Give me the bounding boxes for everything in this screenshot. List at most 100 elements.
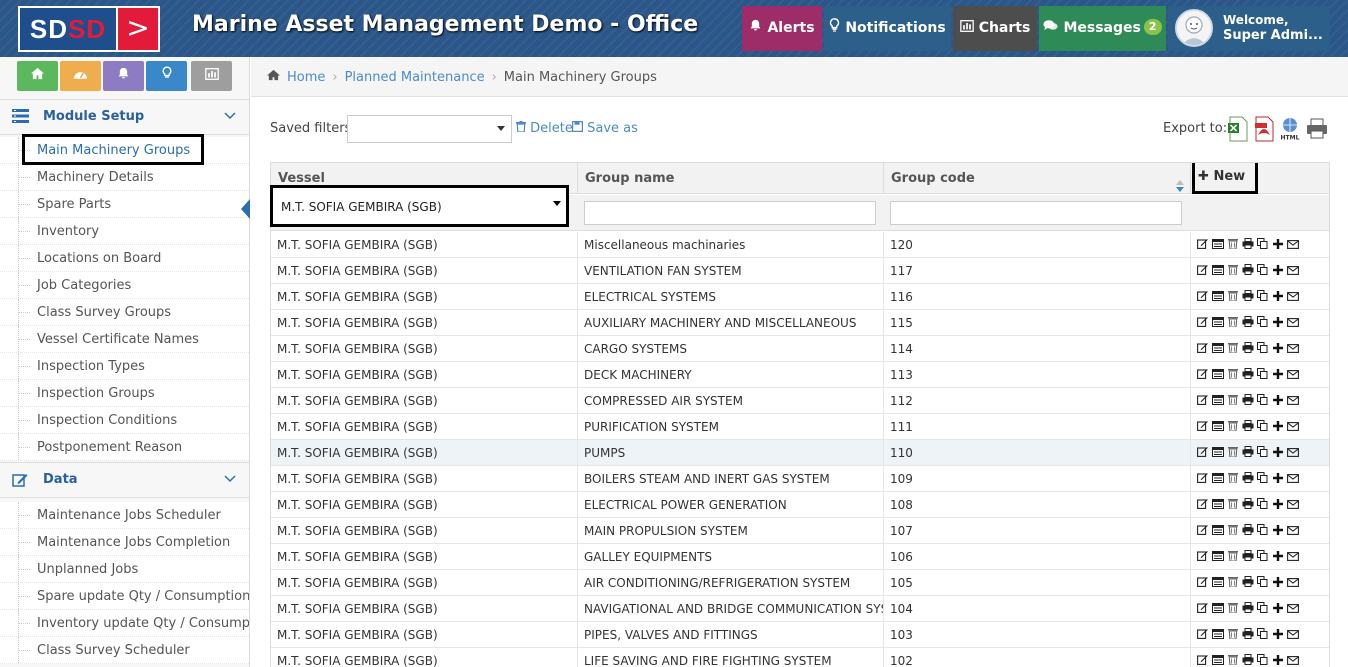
details-icon[interactable]: [1210, 493, 1225, 519]
sidebar-item[interactable]: Inspection Groups: [0, 380, 249, 407]
edit-icon[interactable]: [1195, 467, 1210, 493]
delete-icon[interactable]: [1225, 415, 1240, 441]
home-shortcut-button[interactable]: [17, 61, 58, 91]
add-icon[interactable]: [1270, 337, 1285, 363]
add-icon[interactable]: [1270, 467, 1285, 493]
email-icon[interactable]: [1285, 545, 1300, 571]
table-row[interactable]: M.T. SOFIA GEMBIRA (SGB) ELECTRICAL POWER…: [271, 492, 1329, 519]
add-icon[interactable]: [1270, 623, 1285, 649]
email-icon[interactable]: [1285, 259, 1300, 285]
copy-icon[interactable]: [1255, 285, 1270, 311]
copy-icon[interactable]: [1255, 545, 1270, 571]
email-icon[interactable]: [1285, 467, 1300, 493]
details-icon[interactable]: [1210, 571, 1225, 597]
copy-icon[interactable]: [1255, 519, 1270, 545]
edit-icon[interactable]: [1195, 259, 1210, 285]
edit-icon[interactable]: [1195, 285, 1210, 311]
print-icon[interactable]: [1240, 363, 1255, 389]
sidebar-item[interactable]: Inventory: [0, 218, 249, 245]
table-row[interactable]: M.T. SOFIA GEMBIRA (SGB) ELECTRICAL SYSTE…: [271, 284, 1329, 311]
edit-icon[interactable]: [1195, 233, 1210, 259]
dashboard-shortcut-button[interactable]: [60, 61, 101, 91]
delete-icon[interactable]: [1225, 363, 1240, 389]
table-row[interactable]: M.T. SOFIA GEMBIRA (SGB) PURIFICATION SYS…: [271, 414, 1329, 441]
table-row[interactable]: M.T. SOFIA GEMBIRA (SGB) PUMPS 110: [271, 440, 1329, 467]
print-icon[interactable]: [1240, 571, 1255, 597]
add-icon[interactable]: [1270, 415, 1285, 441]
add-icon[interactable]: [1270, 259, 1285, 285]
copy-icon[interactable]: [1255, 415, 1270, 441]
sidebar-item[interactable]: Vessel Certificate Names: [0, 326, 249, 353]
email-icon[interactable]: [1285, 363, 1300, 389]
details-icon[interactable]: [1210, 285, 1225, 311]
new-record-button[interactable]: ✚ New: [1192, 163, 1258, 194]
sidebar-item[interactable]: Spare update Qty / Consumption: [0, 583, 249, 610]
sidebar-item[interactable]: Job Categories: [0, 272, 249, 299]
breadcrumb-parent-link[interactable]: Planned Maintenance: [345, 70, 485, 85]
sidebar-item[interactable]: Inspection Conditions: [0, 407, 249, 434]
table-row[interactable]: M.T. SOFIA GEMBIRA (SGB) GALLEY EQUIPMENT…: [271, 544, 1329, 571]
print-icon[interactable]: [1240, 337, 1255, 363]
add-icon[interactable]: [1270, 285, 1285, 311]
edit-icon[interactable]: [1195, 545, 1210, 571]
app-logo[interactable]: SDSD >: [18, 6, 160, 52]
edit-icon[interactable]: [1195, 363, 1210, 389]
add-icon[interactable]: [1270, 493, 1285, 519]
details-icon[interactable]: [1210, 597, 1225, 623]
print-icon[interactable]: [1240, 545, 1255, 571]
details-icon[interactable]: [1210, 415, 1225, 441]
add-icon[interactable]: [1270, 571, 1285, 597]
sidebar-item[interactable]: Inventory update Qty / Consumption: [0, 610, 249, 637]
print-icon[interactable]: [1240, 467, 1255, 493]
edit-icon[interactable]: [1195, 311, 1210, 337]
details-icon[interactable]: [1210, 363, 1225, 389]
copy-icon[interactable]: [1255, 493, 1270, 519]
copy-icon[interactable]: [1255, 441, 1270, 467]
table-row[interactable]: M.T. SOFIA GEMBIRA (SGB) DECK MACHINERY 11…: [271, 362, 1329, 389]
add-icon[interactable]: [1270, 545, 1285, 571]
print-icon[interactable]: [1240, 389, 1255, 415]
delete-icon[interactable]: [1225, 493, 1240, 519]
vessel-filter-select[interactable]: M.T. SOFIA GEMBIRA (SGB): [270, 185, 569, 227]
table-row[interactable]: M.T. SOFIA GEMBIRA (SGB) PIPES, VALVES AN…: [271, 622, 1329, 649]
email-icon[interactable]: [1285, 623, 1300, 649]
table-row[interactable]: M.T. SOFIA GEMBIRA (SGB) MAIN PROPULSION …: [271, 518, 1329, 545]
html-export-icon[interactable]: HTML: [1279, 116, 1301, 142]
delete-icon[interactable]: [1225, 441, 1240, 467]
sidebar-item[interactable]: Locations on Board: [0, 245, 249, 272]
group-name-filter-input[interactable]: [584, 201, 876, 225]
pdf-export-icon[interactable]: [1253, 116, 1275, 142]
details-icon[interactable]: [1210, 545, 1225, 571]
sidebar-item[interactable]: Class Survey Scheduler: [0, 637, 249, 664]
delete-icon[interactable]: [1225, 545, 1240, 571]
delete-icon[interactable]: [1225, 571, 1240, 597]
email-icon[interactable]: [1285, 441, 1300, 467]
edit-icon[interactable]: [1195, 519, 1210, 545]
delete-icon[interactable]: [1225, 597, 1240, 623]
save-as-filter-link[interactable]: Save as: [572, 121, 638, 136]
details-icon[interactable]: [1210, 441, 1225, 467]
sidebar-item[interactable]: Class Survey Groups: [0, 299, 249, 326]
email-icon[interactable]: [1285, 597, 1300, 623]
breadcrumb-home-link[interactable]: Home: [287, 70, 325, 85]
delete-icon[interactable]: [1225, 285, 1240, 311]
add-icon[interactable]: [1270, 233, 1285, 259]
sidebar-item[interactable]: Postponement Reason: [0, 434, 249, 461]
table-row[interactable]: M.T. SOFIA GEMBIRA (SGB) LIFE SAVING AND …: [271, 648, 1329, 667]
excel-export-icon[interactable]: [1227, 116, 1249, 142]
print-icon[interactable]: [1240, 259, 1255, 285]
email-icon[interactable]: [1285, 415, 1300, 441]
delete-icon[interactable]: [1225, 623, 1240, 649]
print-icon[interactable]: [1306, 116, 1328, 142]
user-menu[interactable]: Welcome, Super Admi...: [1168, 6, 1330, 51]
edit-icon[interactable]: [1195, 389, 1210, 415]
sidebar-item[interactable]: Unplanned Jobs: [0, 556, 249, 583]
delete-icon[interactable]: [1225, 649, 1240, 667]
delete-icon[interactable]: [1225, 467, 1240, 493]
copy-icon[interactable]: [1255, 623, 1270, 649]
charts-button[interactable]: Charts: [953, 6, 1037, 51]
delete-icon[interactable]: [1225, 233, 1240, 259]
sidebar-item[interactable]: Maintenance Jobs Completion: [0, 529, 249, 556]
copy-icon[interactable]: [1255, 649, 1270, 667]
copy-icon[interactable]: [1255, 363, 1270, 389]
